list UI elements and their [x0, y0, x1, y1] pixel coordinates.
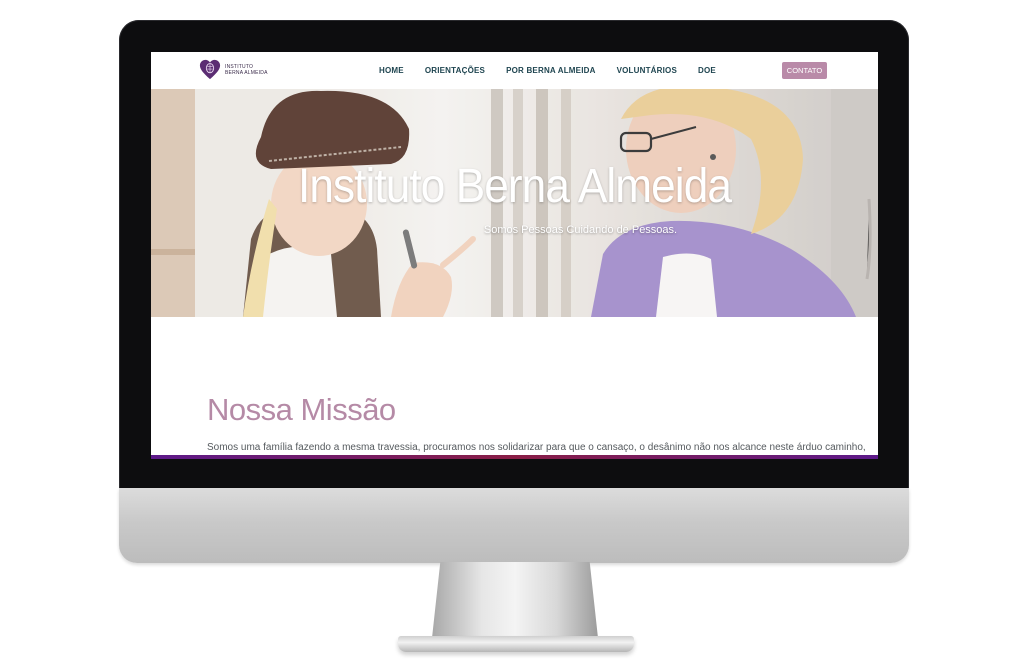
mission-section: Nossa Missão Somos uma família fazendo a… [207, 392, 866, 453]
main-menu: HOME ORIENTAÇÕES POR BERNA ALMEIDA VOLUN… [379, 66, 716, 75]
monitor-stand-base [398, 636, 634, 652]
monitor-stand-neck [432, 562, 598, 638]
site-logo[interactable]: INSTITUTO BERNA ALMEIDA [199, 59, 268, 81]
hero-banner: Instituto Berna Almeida Somos Pessoas Cu… [151, 89, 878, 317]
screen-edge-glow [151, 455, 878, 459]
contact-button[interactable]: CONTATO [782, 62, 827, 79]
hero-title: Instituto Berna Almeida [298, 160, 732, 213]
nav-orientacoes[interactable]: ORIENTAÇÕES [425, 66, 485, 75]
website-screen: INSTITUTO BERNA ALMEIDA HOME ORIENTAÇÕES… [151, 52, 878, 458]
site-header: INSTITUTO BERNA ALMEIDA HOME ORIENTAÇÕES… [151, 52, 878, 89]
hero-subtitle: Somos Pessoas Cuidando de Pessoas. [483, 224, 678, 236]
monitor-chin [119, 488, 909, 563]
nav-voluntarios[interactable]: VOLUNTÁRIOS [617, 66, 677, 75]
monitor-mockup: INSTITUTO BERNA ALMEIDA HOME ORIENTAÇÕES… [0, 0, 1032, 665]
logo-line-2: BERNA ALMEIDA [225, 70, 268, 76]
logo-text: INSTITUTO BERNA ALMEIDA [225, 64, 268, 76]
heart-logo-icon [199, 59, 221, 80]
nav-doe[interactable]: DOE [698, 66, 716, 75]
nav-home[interactable]: HOME [379, 66, 404, 75]
mission-text: Somos uma família fazendo a mesma traves… [207, 442, 866, 453]
mission-title: Nossa Missão [207, 392, 396, 427]
nav-por-berna-almeida[interactable]: POR BERNA ALMEIDA [506, 66, 595, 75]
